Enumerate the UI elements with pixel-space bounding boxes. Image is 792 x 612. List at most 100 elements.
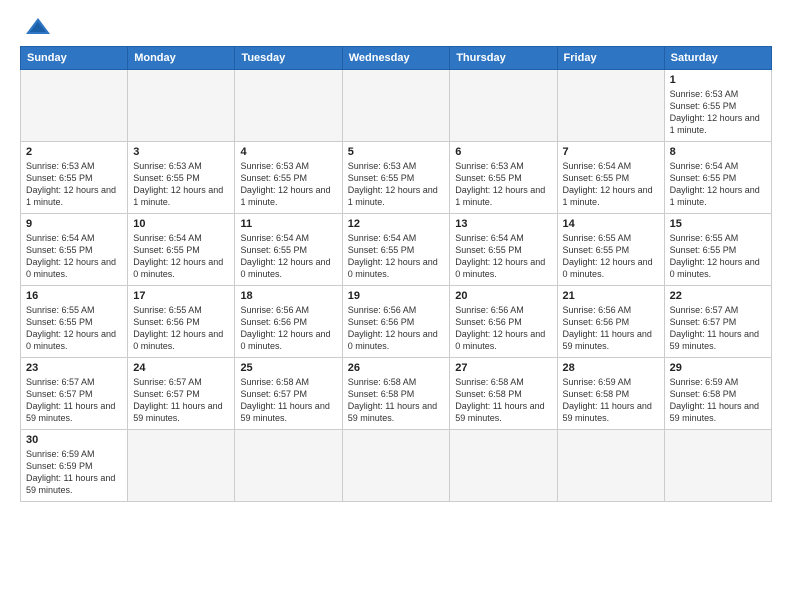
calendar-cell xyxy=(128,70,235,142)
day-info: Sunrise: 6:59 AMSunset: 6:58 PMDaylight:… xyxy=(670,376,766,425)
day-info: Sunrise: 6:57 AMSunset: 6:57 PMDaylight:… xyxy=(26,376,122,425)
calendar-cell: 3 Sunrise: 6:53 AMSunset: 6:55 PMDaylight… xyxy=(128,142,235,214)
day-number: 20 xyxy=(455,290,551,302)
day-number: 13 xyxy=(455,218,551,230)
calendar-cell: 12 Sunrise: 6:54 AMSunset: 6:55 PMDayligh… xyxy=(342,214,450,286)
day-number: 12 xyxy=(348,218,445,230)
calendar-cell: 15 Sunrise: 6:55 AMSunset: 6:55 PMDayligh… xyxy=(664,214,771,286)
calendar-cell xyxy=(557,430,664,502)
day-info: Sunrise: 6:56 AMSunset: 6:56 PMDaylight:… xyxy=(455,304,551,353)
day-number: 26 xyxy=(348,362,445,374)
weekday-header-monday: Monday xyxy=(128,47,235,70)
calendar-cell xyxy=(664,430,771,502)
day-info: Sunrise: 6:54 AMSunset: 6:55 PMDaylight:… xyxy=(26,232,122,281)
calendar-cell: 20 Sunrise: 6:56 AMSunset: 6:56 PMDayligh… xyxy=(450,286,557,358)
day-info: Sunrise: 6:54 AMSunset: 6:55 PMDaylight:… xyxy=(563,160,659,209)
day-number: 22 xyxy=(670,290,766,302)
calendar-week-1: 2 Sunrise: 6:53 AMSunset: 6:55 PMDaylight… xyxy=(21,142,772,214)
day-info: Sunrise: 6:54 AMSunset: 6:55 PMDaylight:… xyxy=(670,160,766,209)
calendar-cell: 13 Sunrise: 6:54 AMSunset: 6:55 PMDayligh… xyxy=(450,214,557,286)
day-info: Sunrise: 6:55 AMSunset: 6:55 PMDaylight:… xyxy=(670,232,766,281)
day-info: Sunrise: 6:57 AMSunset: 6:57 PMDaylight:… xyxy=(133,376,229,425)
weekday-header-sunday: Sunday xyxy=(21,47,128,70)
day-info: Sunrise: 6:56 AMSunset: 6:56 PMDaylight:… xyxy=(563,304,659,353)
calendar-cell: 23 Sunrise: 6:57 AMSunset: 6:57 PMDayligh… xyxy=(21,358,128,430)
calendar-cell: 27 Sunrise: 6:58 AMSunset: 6:58 PMDayligh… xyxy=(450,358,557,430)
calendar-week-3: 16 Sunrise: 6:55 AMSunset: 6:55 PMDayligh… xyxy=(21,286,772,358)
calendar-cell: 22 Sunrise: 6:57 AMSunset: 6:57 PMDayligh… xyxy=(664,286,771,358)
calendar-cell: 5Sunrise: 6:53 AMSunset: 6:55 PMDaylight… xyxy=(342,142,450,214)
day-info: Sunrise: 6:57 AMSunset: 6:57 PMDaylight:… xyxy=(670,304,766,353)
day-info: Sunrise: 6:54 AMSunset: 6:55 PMDaylight:… xyxy=(240,232,336,281)
day-number: 24 xyxy=(133,362,229,374)
day-number: 28 xyxy=(563,362,659,374)
day-number: 9 xyxy=(26,218,122,230)
calendar-cell: 19Sunrise: 6:56 AMSunset: 6:56 PMDayligh… xyxy=(342,286,450,358)
day-number: 19 xyxy=(348,290,445,302)
day-info: Sunrise: 6:58 AMSunset: 6:58 PMDaylight:… xyxy=(455,376,551,425)
day-info: Sunrise: 6:54 AMSunset: 6:55 PMDaylight:… xyxy=(348,232,445,281)
logo-icon xyxy=(24,16,52,36)
calendar-cell: 8 Sunrise: 6:54 AMSunset: 6:55 PMDaylight… xyxy=(664,142,771,214)
weekday-header-tuesday: Tuesday xyxy=(235,47,342,70)
calendar-cell xyxy=(21,70,128,142)
day-number: 23 xyxy=(26,362,122,374)
day-number: 4 xyxy=(240,146,336,158)
calendar-cell xyxy=(450,430,557,502)
calendar-week-5: 30Sunrise: 6:59 AMSunset: 6:59 PMDayligh… xyxy=(21,430,772,502)
calendar-cell: 16 Sunrise: 6:55 AMSunset: 6:55 PMDayligh… xyxy=(21,286,128,358)
day-number: 5 xyxy=(348,146,445,158)
calendar-cell: 26 Sunrise: 6:58 AMSunset: 6:58 PMDayligh… xyxy=(342,358,450,430)
day-info: Sunrise: 6:55 AMSunset: 6:55 PMDaylight:… xyxy=(26,304,122,353)
calendar-cell xyxy=(342,70,450,142)
day-number: 8 xyxy=(670,146,766,158)
calendar-week-0: 1 Sunrise: 6:53 AMSunset: 6:55 PMDaylight… xyxy=(21,70,772,142)
day-info: Sunrise: 6:53 AMSunset: 6:55 PMDaylight:… xyxy=(670,88,766,137)
calendar-cell: 10 Sunrise: 6:54 AMSunset: 6:55 PMDayligh… xyxy=(128,214,235,286)
calendar-cell: 9 Sunrise: 6:54 AMSunset: 6:55 PMDaylight… xyxy=(21,214,128,286)
calendar-cell: 28 Sunrise: 6:59 AMSunset: 6:58 PMDayligh… xyxy=(557,358,664,430)
day-number: 2 xyxy=(26,146,122,158)
day-number: 10 xyxy=(133,218,229,230)
calendar-cell: 14Sunrise: 6:55 AMSunset: 6:55 PMDayligh… xyxy=(557,214,664,286)
day-info: Sunrise: 6:53 AMSunset: 6:55 PMDaylight:… xyxy=(455,160,551,209)
calendar-cell: 21 Sunrise: 6:56 AMSunset: 6:56 PMDayligh… xyxy=(557,286,664,358)
weekday-header-friday: Friday xyxy=(557,47,664,70)
day-info: Sunrise: 6:59 AMSunset: 6:59 PMDaylight:… xyxy=(26,448,122,497)
calendar-cell xyxy=(342,430,450,502)
day-info: Sunrise: 6:58 AMSunset: 6:57 PMDaylight:… xyxy=(240,376,336,425)
day-number: 7 xyxy=(563,146,659,158)
day-info: Sunrise: 6:59 AMSunset: 6:58 PMDaylight:… xyxy=(563,376,659,425)
day-number: 1 xyxy=(670,74,766,86)
day-number: 16 xyxy=(26,290,122,302)
day-info: Sunrise: 6:53 AMSunset: 6:55 PMDaylight:… xyxy=(240,160,336,209)
day-info: Sunrise: 6:58 AMSunset: 6:58 PMDaylight:… xyxy=(348,376,445,425)
calendar-cell: 25 Sunrise: 6:58 AMSunset: 6:57 PMDayligh… xyxy=(235,358,342,430)
weekday-header-saturday: Saturday xyxy=(664,47,771,70)
weekday-header-row: SundayMondayTuesdayWednesdayThursdayFrid… xyxy=(21,47,772,70)
day-info: Sunrise: 6:55 AMSunset: 6:56 PMDaylight:… xyxy=(133,304,229,353)
day-info: Sunrise: 6:54 AMSunset: 6:55 PMDaylight:… xyxy=(455,232,551,281)
day-number: 17 xyxy=(133,290,229,302)
day-number: 15 xyxy=(670,218,766,230)
calendar-cell: 2 Sunrise: 6:53 AMSunset: 6:55 PMDaylight… xyxy=(21,142,128,214)
calendar-cell: 7 Sunrise: 6:54 AMSunset: 6:55 PMDaylight… xyxy=(557,142,664,214)
day-number: 21 xyxy=(563,290,659,302)
calendar-cell: 6 Sunrise: 6:53 AMSunset: 6:55 PMDaylight… xyxy=(450,142,557,214)
calendar-cell xyxy=(235,430,342,502)
day-info: Sunrise: 6:54 AMSunset: 6:55 PMDaylight:… xyxy=(133,232,229,281)
day-number: 3 xyxy=(133,146,229,158)
calendar-table: SundayMondayTuesdayWednesdayThursdayFrid… xyxy=(20,46,772,502)
weekday-header-thursday: Thursday xyxy=(450,47,557,70)
day-number: 27 xyxy=(455,362,551,374)
day-info: Sunrise: 6:53 AMSunset: 6:55 PMDaylight:… xyxy=(26,160,122,209)
calendar-cell: 24 Sunrise: 6:57 AMSunset: 6:57 PMDayligh… xyxy=(128,358,235,430)
day-number: 6 xyxy=(455,146,551,158)
calendar-week-4: 23 Sunrise: 6:57 AMSunset: 6:57 PMDayligh… xyxy=(21,358,772,430)
calendar-cell: 30Sunrise: 6:59 AMSunset: 6:59 PMDayligh… xyxy=(21,430,128,502)
weekday-header-wednesday: Wednesday xyxy=(342,47,450,70)
day-number: 25 xyxy=(240,362,336,374)
day-number: 14 xyxy=(563,218,659,230)
day-info: Sunrise: 6:53 AMSunset: 6:55 PMDaylight:… xyxy=(133,160,229,209)
calendar-cell: 17 Sunrise: 6:55 AMSunset: 6:56 PMDayligh… xyxy=(128,286,235,358)
